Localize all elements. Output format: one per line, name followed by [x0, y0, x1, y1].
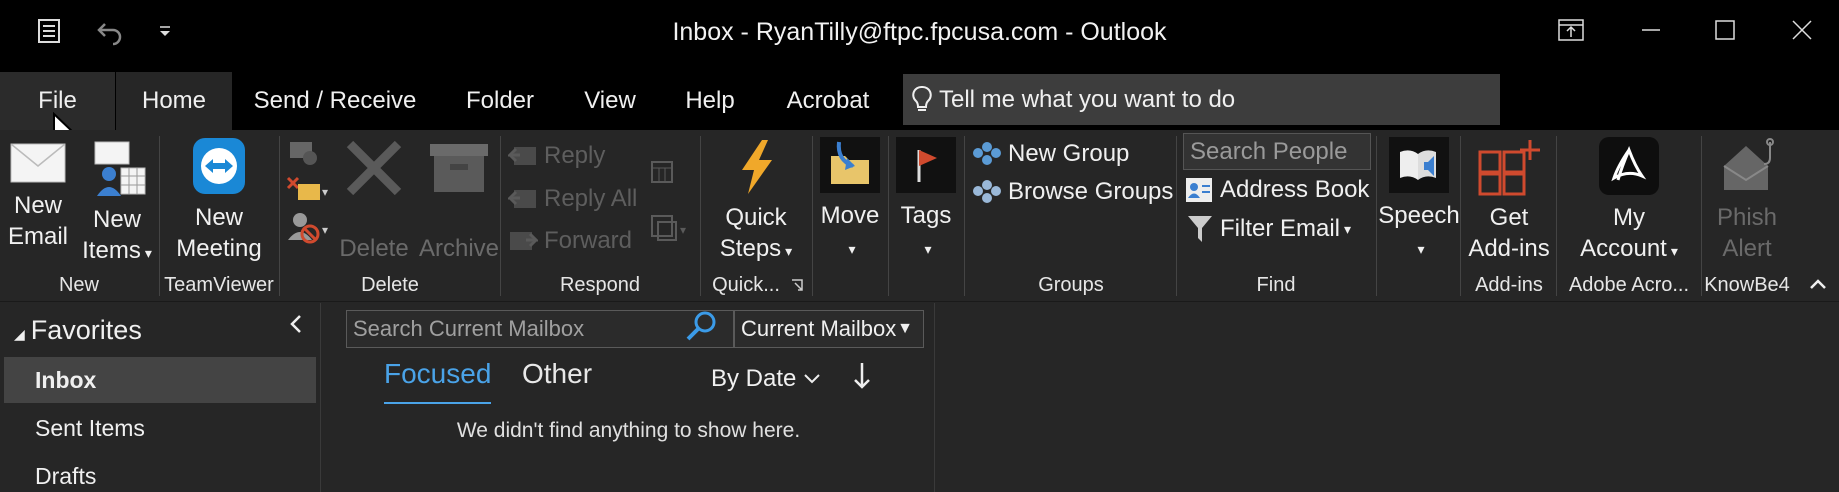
folder-drafts[interactable]: Drafts: [4, 453, 316, 492]
folder-pane: ◢ Favorites Inbox Sent Items Drafts: [0, 303, 321, 492]
add-ins-grid-icon: [1478, 140, 1540, 196]
search-people-input[interactable]: Search People: [1183, 133, 1371, 170]
search-scope-dropdown[interactable]: Current Mailbox ▼: [734, 310, 924, 348]
address-book-button[interactable]: Address Book: [1184, 176, 1369, 204]
group-label-find: Find: [1256, 274, 1296, 296]
ribbon-display-options-icon[interactable]: [1541, 10, 1601, 50]
ribbon-home: New Email New Items ▾ New New Meeting Tea…: [0, 130, 1839, 302]
search-icon[interactable]: [682, 307, 722, 352]
tab-view[interactable]: View: [572, 72, 648, 130]
empty-list-message: We didn't find anything to show here.: [456, 419, 801, 442]
tell-me-search[interactable]: Tell me what you want to do: [903, 74, 1500, 125]
reply-all-button[interactable]: Reply All: [508, 185, 637, 213]
speech-icon: [1389, 137, 1449, 193]
tags-button[interactable]: Tags ▾: [890, 136, 962, 265]
clean-up-icon[interactable]: ▾: [286, 174, 330, 209]
tab-folder[interactable]: Folder: [450, 72, 550, 130]
delete-button[interactable]: Delete: [334, 140, 414, 264]
title-bar: Inbox - RyanTilly@ftpc.fpcusa.com - Outl…: [0, 0, 1839, 72]
browse-groups-button[interactable]: Browse Groups: [972, 178, 1173, 206]
browse-groups-icon: [973, 180, 1001, 203]
tab-help[interactable]: Help: [672, 72, 748, 130]
reply-button[interactable]: Reply: [508, 142, 605, 170]
collapse-ribbon-icon[interactable]: [1808, 274, 1828, 299]
close-icon[interactable]: [1772, 10, 1832, 50]
group-label-delete: Delete: [361, 274, 419, 296]
group-label-adobe: Adobe Acro...: [1568, 274, 1690, 296]
svg-text:▾: ▾: [322, 185, 328, 199]
teamviewer-icon: [193, 138, 245, 194]
phish-alert-icon: [1723, 138, 1774, 190]
lightbulb-icon: [912, 85, 932, 111]
group-label-groups: Groups: [1038, 274, 1104, 296]
tell-me-placeholder: Tell me what you want to do: [939, 85, 1236, 113]
group-label-add-ins: Add-ins: [1475, 274, 1543, 296]
folder-inbox[interactable]: Inbox: [4, 357, 316, 403]
new-group-button[interactable]: New Group: [972, 140, 1129, 168]
message-list-pane: Search Current Mailbox Current Mailbox ▼…: [322, 303, 935, 492]
quick-steps-button[interactable]: Quick Steps ▾: [702, 138, 810, 267]
more-respond-icon[interactable]: ▾: [648, 212, 688, 249]
chevron-down-icon: ▼: [897, 320, 913, 337]
forward-button[interactable]: Forward: [508, 227, 632, 255]
tab-home[interactable]: Home: [116, 72, 232, 130]
my-account-button[interactable]: My Account ▾: [1560, 136, 1698, 267]
svg-text:▾: ▾: [322, 223, 328, 237]
junk-icon[interactable]: ▾: [286, 210, 330, 249]
search-mailbox-input[interactable]: Search Current Mailbox: [346, 310, 734, 348]
group-label-respond: Respond: [559, 274, 641, 296]
lightning-icon: [742, 140, 772, 194]
group-label-teamviewer: TeamViewer: [164, 274, 274, 296]
ribbon-tabs: File Home Send / Receive Folder View Hel…: [0, 72, 1839, 152]
svg-text:▾: ▾: [680, 223, 686, 237]
sort-by-date-dropdown[interactable]: By Date: [711, 365, 821, 393]
chevron-down-icon: [804, 374, 820, 384]
group-icon: [973, 142, 1001, 165]
sort-direction-icon[interactable]: [852, 361, 872, 398]
meeting-reply-icon[interactable]: [648, 158, 676, 191]
reply-icon: [508, 147, 536, 165]
speech-button[interactable]: Speech ▾: [1378, 136, 1460, 265]
group-label-new: New: [58, 274, 99, 296]
filter-funnel-icon: [1188, 216, 1212, 242]
flag-icon: [896, 137, 956, 193]
reply-all-icon: [508, 190, 536, 208]
archive-box-icon: [430, 144, 488, 192]
new-items-icon: [94, 141, 146, 196]
minimize-icon[interactable]: [1621, 10, 1681, 50]
group-label-knowbe4: KnowBe4: [1704, 274, 1790, 296]
dialog-launcher-icon[interactable]: [790, 278, 804, 297]
delete-x-icon: [346, 140, 402, 196]
ignore-icon[interactable]: [286, 138, 320, 173]
envelope-icon: [10, 143, 66, 183]
filter-email-button[interactable]: Filter Email ▾: [1186, 214, 1351, 244]
move-folder-icon: [820, 137, 880, 193]
favorites-header[interactable]: ◢ Favorites: [14, 315, 142, 346]
address-book-icon: [1186, 178, 1212, 202]
new-email-button[interactable]: New Email: [2, 140, 74, 252]
maximize-icon[interactable]: [1695, 10, 1755, 50]
adobe-acrobat-icon: [1599, 137, 1659, 195]
get-add-ins-button[interactable]: Get Add-ins: [1462, 138, 1556, 264]
minimize-folder-pane-icon[interactable]: [288, 313, 304, 342]
phish-alert-button[interactable]: Phish Alert: [1702, 138, 1792, 264]
tab-send-receive[interactable]: Send / Receive: [240, 72, 430, 130]
move-button[interactable]: Move ▾: [814, 136, 886, 265]
tab-acrobat[interactable]: Acrobat: [776, 72, 880, 130]
folder-sent-items[interactable]: Sent Items: [4, 405, 316, 451]
tab-focused[interactable]: Focused: [384, 358, 492, 404]
new-items-button[interactable]: New Items ▾: [80, 140, 154, 269]
archive-button[interactable]: Archive: [414, 140, 504, 264]
collapse-triangle-icon: ◢: [14, 326, 25, 342]
tab-other[interactable]: Other: [522, 358, 592, 390]
forward-icon: [510, 232, 538, 250]
new-meeting-button[interactable]: New Meeting: [160, 136, 278, 264]
group-label-quick-steps: Quick...: [712, 274, 780, 296]
